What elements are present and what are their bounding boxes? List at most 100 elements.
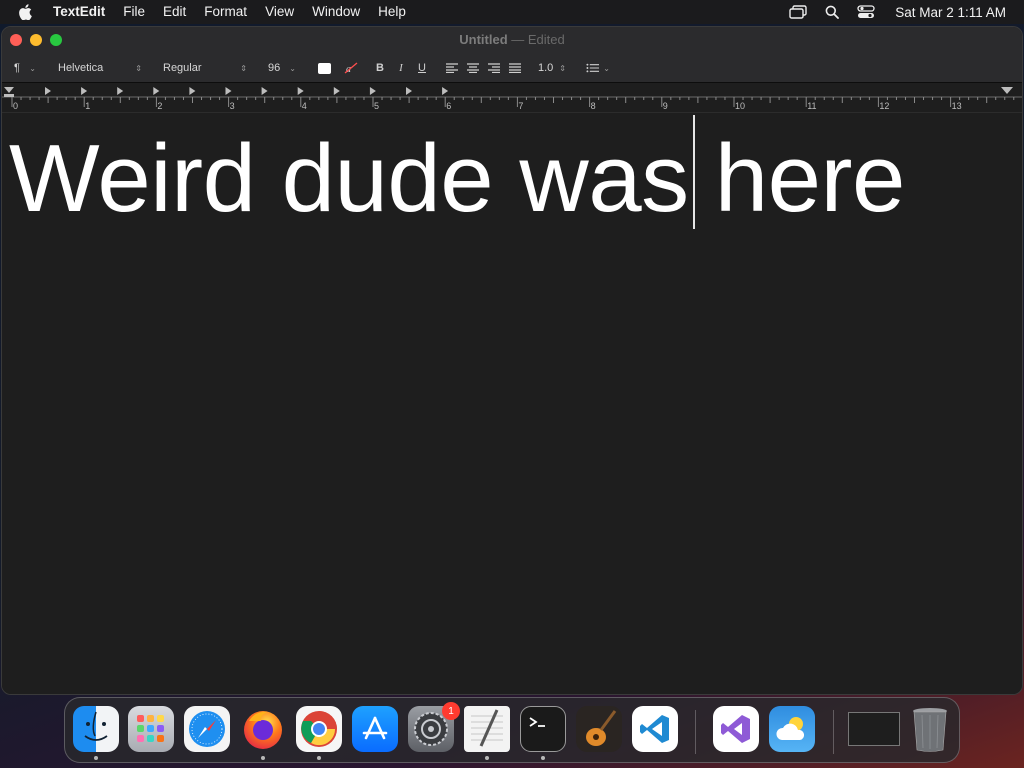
chrome-icon[interactable] <box>296 706 342 752</box>
text-color-swatch <box>317 62 331 74</box>
menu-view[interactable]: View <box>256 0 303 24</box>
minimized-window[interactable] <box>847 706 901 752</box>
title-bar[interactable]: Untitled — Edited ¶ ⌄ Helvetica ⇕ Regula… <box>2 27 1022 83</box>
ruler-number: 2 <box>157 101 162 111</box>
tab-stop-marker[interactable] <box>297 87 304 95</box>
menu-help[interactable]: Help <box>369 0 415 24</box>
system-settings-icon[interactable]: 1 <box>408 702 460 752</box>
tab-stop-marker[interactable] <box>153 87 160 95</box>
font-style-popup[interactable]: Regular ⇕ <box>157 59 253 77</box>
document-text[interactable]: Weird dude was here <box>9 124 905 234</box>
screen-mirroring-icon[interactable] <box>787 4 809 20</box>
line-spacing-popup[interactable]: 1.0 ⇕ <box>532 59 572 77</box>
justify-icon[interactable] <box>507 59 523 77</box>
menu-app-name[interactable]: TextEdit <box>44 0 114 24</box>
menu-edit[interactable]: Edit <box>154 0 195 24</box>
launchpad-icon[interactable] <box>128 706 174 752</box>
firefox-icon[interactable] <box>240 706 286 752</box>
ruler-number: 12 <box>879 101 889 111</box>
ruler-number: 7 <box>518 101 523 111</box>
tab-stop-marker[interactable] <box>369 87 376 95</box>
terminal-icon[interactable] <box>520 706 566 752</box>
menu-window[interactable]: Window <box>303 0 369 24</box>
tab-stop-marker[interactable] <box>117 87 124 95</box>
finder-icon[interactable] <box>73 706 119 752</box>
up-down-arrows-icon: ⇕ <box>240 63 247 73</box>
ruler-number: 13 <box>952 101 962 111</box>
ruler-number: 9 <box>663 101 668 111</box>
ruler-number: 11 <box>807 101 816 111</box>
format-bar: ¶ ⌄ Helvetica ⇕ Regular ⇕ 96 ⌄ a B I U 1… <box>2 57 1022 79</box>
running-indicator <box>317 756 321 760</box>
list-bullets-popup[interactable]: ⌄ <box>580 59 616 77</box>
tab-stop-marker[interactable] <box>406 87 412 95</box>
chevron-down-icon: ⌄ <box>29 63 36 73</box>
garageband-icon[interactable] <box>576 706 622 752</box>
font-family-popup[interactable]: Helvetica ⇕ <box>52 59 148 77</box>
tab-stop-marker[interactable] <box>261 87 268 95</box>
align-center-icon[interactable] <box>465 59 481 77</box>
running-indicator <box>485 756 489 760</box>
control-center-icon[interactable] <box>855 4 877 20</box>
ruler-number: 4 <box>302 101 307 111</box>
vscode-icon[interactable] <box>632 706 678 752</box>
chevron-down-icon: ⌄ <box>289 63 296 73</box>
ruler-number: 10 <box>735 101 745 111</box>
bold-button[interactable]: B <box>372 59 388 77</box>
running-indicator <box>94 756 98 760</box>
italic-button[interactable]: I <box>393 59 409 77</box>
left-indent-marker[interactable] <box>4 87 14 93</box>
edited-status: — Edited <box>511 32 565 47</box>
menu-bar-clock[interactable]: Sat Mar 2 1:11 AM <box>895 5 1006 20</box>
dock-separator <box>833 710 834 754</box>
trash-icon[interactable] <box>907 706 953 752</box>
line-spacing-value: 1.0 <box>538 62 554 74</box>
list-icon <box>586 63 600 73</box>
underline-button[interactable]: U <box>414 59 430 77</box>
weather-icon[interactable] <box>769 706 815 752</box>
menu-format[interactable]: Format <box>195 0 256 24</box>
textedit-icon[interactable] <box>464 706 510 752</box>
ruler[interactable]: 0 1 2 3 4 5 6 7 8 9 10 11 12 13 <box>2 83 1023 113</box>
document-area[interactable]: Weird dude was here <box>2 114 1022 694</box>
tab-stop-marker[interactable] <box>333 87 340 95</box>
right-margin-marker[interactable] <box>1001 87 1013 94</box>
tab-stop-marker[interactable] <box>189 87 196 95</box>
visual-studio-icon[interactable] <box>713 706 759 752</box>
tab-stop-marker[interactable] <box>45 87 51 95</box>
highlight-color-icon[interactable]: a <box>343 59 359 77</box>
ruler-number: 5 <box>374 101 379 111</box>
font-size-popup[interactable]: 96 ⌄ <box>262 59 302 77</box>
up-down-arrows-icon: ⇕ <box>135 63 142 73</box>
running-indicator <box>261 756 265 760</box>
tab-stop-marker[interactable] <box>225 87 232 95</box>
menu-bar: TextEdit File Edit Format View Window He… <box>0 0 1024 24</box>
font-size-value: 96 <box>268 62 281 74</box>
first-line-indent-marker[interactable] <box>4 94 14 97</box>
textedit-window: Untitled — Edited ¶ ⌄ Helvetica ⇕ Regula… <box>1 26 1023 695</box>
safari-icon[interactable] <box>184 706 230 752</box>
align-right-icon[interactable] <box>486 59 502 77</box>
chevron-down-icon: ⌄ <box>603 63 610 73</box>
menu-file[interactable]: File <box>114 0 154 24</box>
dock: 1 <box>64 697 960 763</box>
up-down-arrows-icon: ⇕ <box>559 63 566 73</box>
text-color-well[interactable] <box>316 59 332 77</box>
paragraph-icon: ¶ <box>14 62 20 74</box>
tab-stop-marker[interactable] <box>81 87 88 95</box>
ruler-scale[interactable]: 0 1 2 3 4 5 6 7 8 9 10 11 12 13 <box>2 83 1023 113</box>
dock-separator <box>695 710 696 754</box>
align-left-icon[interactable] <box>444 59 460 77</box>
spotlight-search-icon[interactable] <box>821 4 843 20</box>
ruler-number: 3 <box>230 101 235 111</box>
paragraph-styles-popup[interactable]: ¶ ⌄ <box>8 59 42 77</box>
apple-menu-icon[interactable] <box>18 4 38 20</box>
ruler-number: 8 <box>591 101 596 111</box>
window-title: Untitled — Edited <box>2 32 1022 47</box>
app-store-icon[interactable] <box>352 706 398 752</box>
running-indicator <box>541 756 545 760</box>
document-name: Untitled <box>459 32 508 47</box>
tab-stop-marker[interactable] <box>442 87 449 95</box>
notification-badge: 1 <box>442 702 460 720</box>
ruler-number: 6 <box>446 101 451 111</box>
